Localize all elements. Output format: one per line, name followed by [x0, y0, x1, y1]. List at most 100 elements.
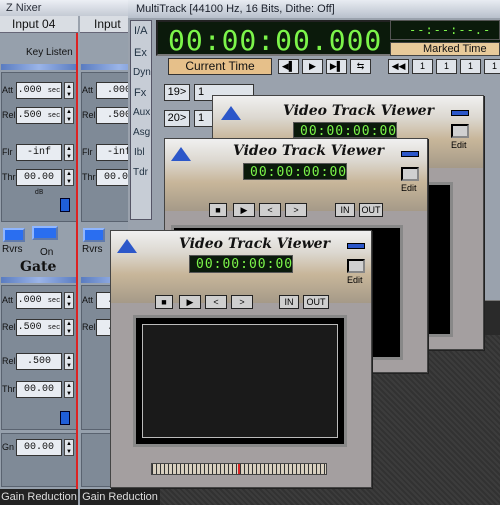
- logo-icon: [171, 147, 191, 161]
- marker-1-button[interactable]: 1: [412, 59, 433, 74]
- gate-lower-section: Att .000 sec ▲ ▼ Rel .500 sec ▲ ▼ Rel .500 ▲ ▼ Th…: [1, 285, 77, 430]
- edit-button[interactable]: [347, 259, 365, 273]
- side-tab[interactable]: Fx: [134, 87, 146, 99]
- gain-spinner[interactable]: ▲ ▼: [64, 439, 74, 456]
- threshold-spinner[interactable]: ▲ ▼: [64, 381, 74, 398]
- fader-knob[interactable]: [60, 198, 70, 212]
- out-button[interactable]: OUT: [303, 295, 329, 309]
- marked-time-display: --:--:--.---: [390, 20, 500, 51]
- gate-on-button[interactable]: [32, 226, 58, 240]
- side-tab-bar: I/A Ex Dyn Fx Aux Asg Ibl Tdr: [130, 20, 152, 220]
- release-row: Rel .500 sec ▲ ▼: [2, 318, 78, 338]
- attack-field[interactable]: .000 sec: [16, 82, 62, 99]
- viewer-time-display: 00:00:00:00: [243, 163, 347, 180]
- forward-button[interactable]: ▶▌: [326, 59, 347, 74]
- edit-button[interactable]: [401, 167, 419, 181]
- out-button[interactable]: OUT: [359, 203, 383, 217]
- reverse-label: Rvrs: [82, 244, 103, 255]
- video-viewer-window: Video Track Viewer 00:00:00:00 Edit ■ ▶ …: [110, 230, 372, 488]
- release-row: Rel .500 sec ▲ ▼: [2, 106, 78, 126]
- track-number[interactable]: 19>: [164, 84, 190, 101]
- section-bar: [1, 277, 77, 283]
- side-tab[interactable]: I/A: [134, 25, 147, 37]
- gain-field[interactable]: 00.00: [16, 439, 62, 456]
- step-forward-button[interactable]: >: [285, 203, 307, 217]
- key-listen-label: Key Listen: [26, 47, 73, 58]
- edit-button[interactable]: [451, 124, 469, 138]
- in-button[interactable]: IN: [279, 295, 299, 309]
- video-frame: [142, 324, 338, 438]
- side-tab[interactable]: Tdr: [133, 167, 148, 178]
- attack-row: Att .000 sec ▲ ▼: [2, 81, 78, 101]
- prev-button[interactable]: ◀◀: [388, 59, 409, 74]
- rewind-button[interactable]: ◀▌: [278, 59, 299, 74]
- threshold-spinner[interactable]: ▲ ▼: [64, 169, 74, 186]
- gain-reduction-label: Gain Reduction: [0, 489, 78, 505]
- reverse-button[interactable]: [83, 228, 105, 242]
- threshold-field[interactable]: 00.00: [16, 381, 62, 398]
- release-spinner[interactable]: ▲ ▼: [64, 319, 74, 336]
- play-button[interactable]: ▶: [302, 59, 323, 74]
- release-field[interactable]: .500: [16, 353, 62, 370]
- viewer-time-display: 00:00:00:00: [189, 255, 293, 273]
- marker-4-button[interactable]: 1: [484, 59, 500, 74]
- track-number[interactable]: 20>: [164, 110, 190, 127]
- viewer-title: Video Track Viewer: [233, 143, 384, 159]
- floor-field[interactable]: -inf: [16, 144, 62, 161]
- logo-icon: [221, 106, 241, 120]
- release-spinner[interactable]: ▲ ▼: [64, 107, 74, 124]
- in-button[interactable]: IN: [335, 203, 355, 217]
- release-spinner[interactable]: ▲ ▼: [64, 353, 74, 370]
- desktop: Z Nixer Input 04 Input Key Listen Att .00…: [0, 0, 500, 505]
- playhead-marker[interactable]: [238, 464, 240, 474]
- release-field[interactable]: .500 sec: [16, 107, 62, 124]
- minimize-icon[interactable]: [401, 151, 419, 157]
- gate-upper-section: Att .000 sec ▲ ▼ Rel .500 sec ▲ ▼ Flr -inf ▲ ▼ Th…: [1, 72, 77, 222]
- gate-label: Gate: [20, 259, 57, 275]
- marked-time-label: Marked Time: [390, 42, 500, 56]
- release-row: Rel .500 ▲ ▼: [2, 352, 78, 372]
- edit-label: Edit: [451, 140, 467, 150]
- marker-3-button[interactable]: 1: [460, 59, 481, 74]
- channel-strip: Key Listen Att .000 sec ▲ ▼ Rel .500 sec ▲ ▼ F…: [0, 33, 78, 505]
- threshold-field[interactable]: 00.00 dB: [16, 169, 62, 197]
- viewer-title: Video Track Viewer: [283, 103, 434, 119]
- video-screen: [133, 315, 347, 447]
- attack-field[interactable]: .000 sec: [16, 292, 62, 309]
- fader-knob[interactable]: [60, 411, 70, 425]
- minimize-icon[interactable]: [451, 110, 469, 116]
- side-tab[interactable]: Ex: [134, 47, 147, 59]
- logo-icon: [117, 239, 137, 253]
- attack-spinner[interactable]: ▲ ▼: [64, 292, 74, 309]
- release-field[interactable]: .500 sec: [16, 319, 62, 336]
- side-tab[interactable]: Aux: [133, 107, 150, 118]
- stop-button[interactable]: ■: [155, 295, 173, 309]
- edit-label: Edit: [401, 183, 417, 193]
- viewer-title: Video Track Viewer: [179, 236, 330, 252]
- play-button[interactable]: ▶: [233, 203, 255, 217]
- threshold-row: Thr 00.00 ▲ ▼: [2, 380, 78, 400]
- attack-row: Att .000 sec ▲ ▼: [2, 291, 78, 311]
- section-bar: [1, 64, 77, 70]
- scrub-ruler[interactable]: [151, 463, 327, 475]
- edit-label: Edit: [347, 275, 363, 285]
- attack-spinner[interactable]: ▲ ▼: [64, 82, 74, 99]
- stop-button[interactable]: ■: [209, 203, 227, 217]
- step-forward-button[interactable]: >: [231, 295, 253, 309]
- step-back-button[interactable]: <: [205, 295, 227, 309]
- side-tab[interactable]: Asg: [133, 127, 150, 138]
- gain-reduction-label: Gain Reduction: [80, 489, 160, 505]
- side-tab[interactable]: Dyn: [133, 67, 151, 78]
- floor-spinner[interactable]: ▲ ▼: [64, 144, 74, 161]
- loop-button[interactable]: ⇆: [350, 59, 371, 74]
- step-back-button[interactable]: <: [259, 203, 281, 217]
- floor-row: Flr -inf ▲ ▼: [2, 143, 78, 163]
- on-label: On: [40, 247, 54, 258]
- multitrack-titlebar[interactable]: MultiTrack [44100 Hz, 16 Bits, Dithe: Of…: [128, 0, 500, 18]
- marker-2-button[interactable]: 1: [436, 59, 457, 74]
- minimize-icon[interactable]: [347, 243, 365, 249]
- side-tab[interactable]: Ibl: [134, 147, 145, 158]
- current-time-label: Current Time: [168, 58, 272, 75]
- reverse-button[interactable]: [3, 228, 25, 242]
- play-button[interactable]: ▶: [179, 295, 201, 309]
